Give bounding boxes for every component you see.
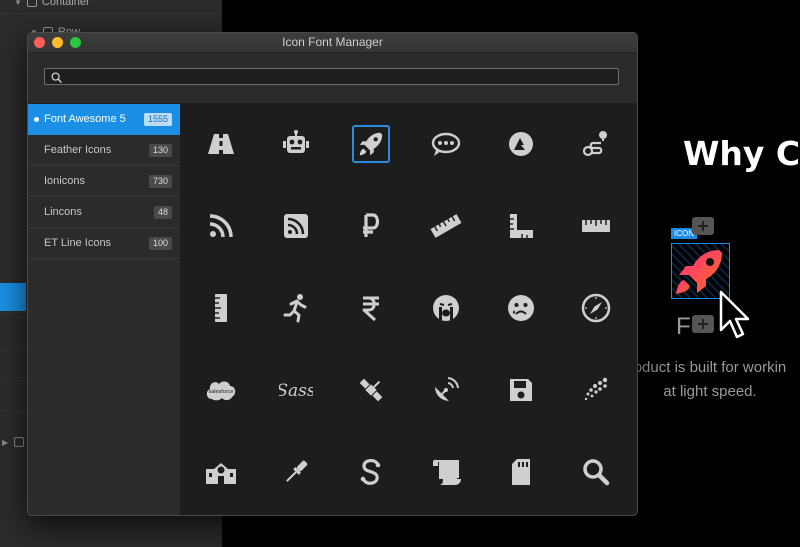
satellite-icon[interactable] bbox=[352, 371, 390, 409]
tree-item-container[interactable]: ▼ Container bbox=[14, 0, 90, 10]
icon-count-badge: 100 bbox=[148, 237, 172, 250]
rockrms-icon[interactable] bbox=[502, 125, 540, 163]
icon-count-badge: 1555 bbox=[143, 113, 172, 126]
sass-text: Sass bbox=[279, 381, 313, 401]
add-element-button[interactable] bbox=[692, 217, 714, 235]
search-bar bbox=[28, 53, 637, 103]
minimize-window-button[interactable] bbox=[52, 37, 63, 48]
tree-item-label: Container bbox=[41, 0, 90, 8]
scribd-icon[interactable] bbox=[352, 453, 390, 491]
ruler-icon[interactable] bbox=[427, 207, 465, 245]
robot-icon[interactable] bbox=[277, 125, 315, 163]
safari-icon[interactable] bbox=[577, 289, 615, 327]
container-icon bbox=[26, 0, 37, 7]
window-titlebar[interactable]: Icon Font Manager bbox=[28, 33, 637, 53]
library-item-lincons[interactable]: Lincons 48 bbox=[28, 197, 180, 228]
icon-count-badge: 730 bbox=[148, 175, 172, 188]
library-label: Feather Icons bbox=[44, 144, 112, 156]
sd-card-icon[interactable] bbox=[502, 453, 540, 491]
running-icon[interactable] bbox=[277, 289, 315, 327]
plus-icon bbox=[698, 319, 708, 329]
salesforce-text: salesforce bbox=[208, 389, 233, 395]
maximize-window-button[interactable] bbox=[70, 37, 81, 48]
close-window-button[interactable] bbox=[34, 37, 45, 48]
sad-tear-icon[interactable] bbox=[502, 289, 540, 327]
library-label: Ionicons bbox=[44, 175, 85, 187]
search-icon bbox=[51, 72, 62, 83]
font-library-list: Font Awesome 5 1555 Feather Icons 130 Io… bbox=[28, 104, 180, 515]
library-label: Lincons bbox=[44, 206, 82, 218]
caret-right-icon[interactable]: ▶ bbox=[2, 438, 8, 447]
rocket-icon[interactable] bbox=[352, 125, 390, 163]
rss-icon[interactable] bbox=[202, 207, 240, 245]
library-item-feather-icons[interactable]: Feather Icons 130 bbox=[28, 135, 180, 166]
scroll-icon[interactable] bbox=[427, 453, 465, 491]
screwdriver-icon[interactable] bbox=[277, 453, 315, 491]
window-title: Icon Font Manager bbox=[282, 35, 383, 49]
tree-item-selected[interactable] bbox=[0, 283, 26, 311]
active-indicator-icon bbox=[34, 117, 39, 122]
road-icon[interactable] bbox=[202, 125, 240, 163]
search-icon[interactable] bbox=[577, 453, 615, 491]
ruble-sign-icon[interactable] bbox=[352, 207, 390, 245]
library-label: Font Awesome 5 bbox=[44, 113, 126, 125]
school-icon[interactable] bbox=[202, 453, 240, 491]
rupee-sign-icon[interactable] bbox=[352, 289, 390, 327]
library-label: ET Line Icons bbox=[44, 237, 112, 249]
mouse-pointer-icon bbox=[719, 290, 750, 339]
icon-font-manager-window: Icon Font Manager Font Awesome 5 1555 Fe… bbox=[27, 32, 638, 516]
canvas-heading[interactable]: Why C bbox=[683, 134, 800, 173]
element-icon bbox=[14, 437, 25, 447]
icon-count-badge: 48 bbox=[153, 206, 172, 219]
rss-square-icon[interactable] bbox=[277, 207, 315, 245]
ruler-horizontal-icon[interactable] bbox=[577, 207, 615, 245]
sad-cry-icon[interactable] bbox=[427, 289, 465, 327]
caret-down-icon[interactable]: ▼ bbox=[14, 0, 22, 7]
library-item-font-awesome-5[interactable]: Font Awesome 5 1555 bbox=[28, 104, 180, 135]
icon-count-badge: 130 bbox=[148, 144, 172, 157]
ruler-vertical-icon[interactable] bbox=[202, 289, 240, 327]
schlix-icon[interactable] bbox=[577, 371, 615, 409]
ruler-combined-icon[interactable] bbox=[502, 207, 540, 245]
tree-divider bbox=[0, 13, 222, 14]
sass-icon[interactable]: Sass bbox=[277, 371, 315, 409]
salesforce-icon[interactable]: salesforce bbox=[202, 371, 240, 409]
save-icon[interactable] bbox=[502, 371, 540, 409]
route-icon[interactable] bbox=[577, 125, 615, 163]
add-element-button[interactable] bbox=[692, 315, 714, 333]
icon-grid: salesforce Sass bbox=[180, 104, 637, 515]
satellite-dish-icon[interactable] bbox=[427, 371, 465, 409]
library-item-ionicons[interactable]: Ionicons 730 bbox=[28, 166, 180, 197]
tree-item-collapsed[interactable]: ▶ bbox=[2, 437, 25, 447]
library-item-et-line-icons[interactable]: ET Line Icons 100 bbox=[28, 228, 180, 259]
search-input[interactable] bbox=[44, 68, 619, 85]
rocketchat-icon[interactable] bbox=[427, 125, 465, 163]
plus-icon bbox=[698, 221, 708, 231]
canvas-icon-label[interactable]: F bbox=[676, 313, 691, 341]
